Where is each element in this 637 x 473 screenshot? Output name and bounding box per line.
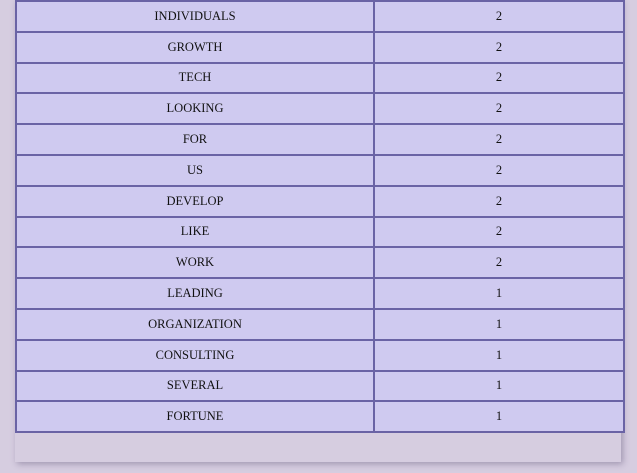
word-cell: FORTUNE bbox=[15, 400, 375, 434]
word-frequency-table: INDIVIDUALS 2 GROWTH 2 TECH 2 LOOKING 2 … bbox=[15, 0, 625, 434]
table-row: GROWTH 2 bbox=[15, 30, 625, 64]
table-row: ORGANIZATION 1 bbox=[15, 307, 625, 341]
count-cell: 2 bbox=[373, 215, 625, 249]
table-row: CONSULTING 1 bbox=[15, 338, 625, 372]
table-row: FOR 2 bbox=[15, 123, 625, 156]
count-cell: 1 bbox=[373, 277, 625, 310]
word-cell: WORK bbox=[15, 246, 375, 280]
table-row: WORK 2 bbox=[15, 246, 625, 280]
count-cell: 2 bbox=[373, 92, 625, 126]
word-cell: INDIVIDUALS bbox=[15, 0, 375, 33]
word-cell: SEVERAL bbox=[15, 369, 375, 403]
table-row: US 2 bbox=[15, 153, 625, 187]
word-frequency-table-container: INDIVIDUALS 2 GROWTH 2 TECH 2 LOOKING 2 … bbox=[15, 0, 625, 462]
table-row: INDIVIDUALS 2 bbox=[15, 0, 625, 33]
word-cell: TECH bbox=[15, 61, 375, 95]
word-cell: DEVELOP bbox=[15, 184, 375, 218]
word-cell: FOR bbox=[15, 123, 375, 156]
count-cell: 2 bbox=[373, 246, 625, 280]
count-cell: 2 bbox=[373, 30, 625, 64]
count-cell: 1 bbox=[373, 369, 625, 403]
count-cell: 2 bbox=[373, 61, 625, 95]
table-row: TECH 2 bbox=[15, 61, 625, 95]
count-cell: 2 bbox=[373, 184, 625, 218]
table-row: DEVELOP 2 bbox=[15, 184, 625, 218]
table-row: LEADING 1 bbox=[15, 277, 625, 310]
table-row: LOOKING 2 bbox=[15, 92, 625, 126]
count-cell: 1 bbox=[373, 400, 625, 434]
count-cell: 2 bbox=[373, 123, 625, 156]
count-cell: 1 bbox=[373, 338, 625, 372]
count-cell: 2 bbox=[373, 0, 625, 33]
word-cell: GROWTH bbox=[15, 30, 375, 64]
word-cell: LIKE bbox=[15, 215, 375, 249]
table-row: FORTUNE 1 bbox=[15, 400, 625, 434]
table-row: SEVERAL 1 bbox=[15, 369, 625, 403]
word-cell: LEADING bbox=[15, 277, 375, 310]
table-row: LIKE 2 bbox=[15, 215, 625, 249]
count-cell: 2 bbox=[373, 153, 625, 187]
word-cell: CONSULTING bbox=[15, 338, 375, 372]
word-cell: US bbox=[15, 153, 375, 187]
count-cell: 1 bbox=[373, 307, 625, 341]
word-cell: ORGANIZATION bbox=[15, 307, 375, 341]
word-cell: LOOKING bbox=[15, 92, 375, 126]
